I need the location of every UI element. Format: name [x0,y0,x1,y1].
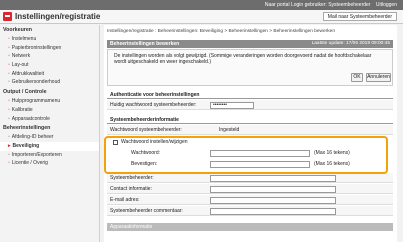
current-password-field[interactable]: •••••••• [210,101,254,109]
mail-admin-button[interactable]: Mail naar Systeembeheerder [322,12,397,21]
portal-link[interactable]: Naar portal [265,2,290,8]
bullet-icon: ▫ [8,53,10,60]
arrow-right-icon: ▸ [8,142,11,149]
bullet-icon: ▫ [8,44,10,51]
bullet-icon: ▫ [8,98,10,105]
sidebar-item-licentie[interactable]: ▫ Licentie / Overig [0,159,99,168]
top-bar: Naar portal Login gebruiker: Systeembehe… [0,0,403,10]
sidebar-item-importeren[interactable]: ▫ Importeren/Exporteren [0,151,99,160]
bullet-icon: ▫ [8,151,10,158]
sidebar-item-papierbron[interactable]: ▫ Papierbroninstellingen [0,44,99,53]
admin-name-row: Systeembeheerder: [107,173,393,183]
admin-name-label: Systeembeheerder: [110,175,154,181]
ok-button[interactable]: OK [351,73,363,82]
admin-password-status: Ingesteld [219,127,240,133]
bullet-icon: ▫ [8,79,10,86]
edit-heading: Beheerinstellingen bewerken [110,41,180,47]
admin-name-field[interactable] [210,174,336,182]
last-update: Laatste update: 17/06 2019 09:00:45 [311,41,390,46]
email-row: E-mail adres: [107,195,393,205]
sidebar-section-beheer: Beheerinstellingen [3,125,51,132]
sidebar-section-voorkeuren: Voorkeuren [3,27,33,33]
contact-label: Contact informatie: [110,186,152,192]
auth-section-header: Authenticatie voor beheerinstellingen [107,91,393,99]
sidebar: Voorkeuren ▫ Instelmenu ▫ Papierbroninstel… [0,25,100,242]
login-user: Login gebruiker: Systeembeheerder [290,2,371,8]
contact-field[interactable] [210,185,336,193]
bullet-icon: ▫ [8,106,10,113]
contact-row: Contact informatie: [107,184,393,194]
edit-section-header: Beheerinstellingen bewerken Laatste upda… [107,40,393,48]
email-label: E-mail adres: [110,197,140,203]
comment-field[interactable] [210,207,336,215]
bullet-icon: ▫ [8,160,10,167]
sidebar-item-afdeling-id[interactable]: ▫ Afdeling-ID beheer [0,133,99,142]
comment-row: Systeembeheerder commentaar: [107,206,393,216]
email-field[interactable] [210,196,336,204]
current-password-label: Huidig wachtwoord systeembeheerder: [110,102,197,108]
bullet-icon: ▫ [8,115,10,122]
sidebar-item-netwerk[interactable]: ▫ Netwerk [0,52,99,61]
sidebar-item-layout[interactable]: ▫ Lay-out [0,61,99,70]
admin-password-status-row: Wachtwoord systeembeheerder: Ingesteld [107,125,393,135]
current-password-row: Huidig wachtwoord systeembeheerder: ••••… [107,100,393,110]
sysinfo-section-header: Systeembeheerderinformatie [107,116,393,124]
sidebar-item-gebruikersonderhoud[interactable]: ▫ Gebruikersonderhoud [0,78,99,87]
sidebar-section-output: Output / Controle [3,89,47,96]
sidebar-item-instelmenu[interactable]: ▫ Instelmenu [0,35,99,44]
message-box: De instellingen worden als volgt gewijzi… [107,49,393,86]
admin-password-label: Wachtwoord systeembeheerder: [110,127,182,133]
settings-logo-icon [3,12,12,21]
app-title: Instellingen/registratie [15,12,101,21]
change-message: De instellingen worden als volgt gewijzi… [114,53,372,65]
breadcrumb: Instellingen/registratie : Beheerinstell… [107,29,335,34]
bullet-icon: ▫ [8,70,10,77]
sidebar-item-apparaatcontrole[interactable]: ▫ Apparaatcontrole [0,115,99,124]
sidebar-item-beveiliging[interactable]: ▸ Beveiliging [0,141,99,151]
logout-link[interactable]: Uitloggen [376,2,397,8]
bullet-icon: ▫ [8,134,10,141]
sidebar-item-kalibratie[interactable]: ▫ Kalibratie [0,106,99,115]
comment-label: Systeembeheerder commentaar: [110,208,183,214]
highlight-frame [104,136,388,174]
cancel-button[interactable]: Annuleren [366,73,391,82]
title-bar: Instellingen/registratie Mail naar Syste… [0,10,403,24]
bullet-icon: ▫ [8,36,10,42]
device-info-header: Apparaatinformatie [107,223,393,231]
sidebar-item-afdrukkwaliteit[interactable]: ▫ Afdrukkwaliteit [0,70,99,79]
main-content: Instellingen/registratie : Beheerinstell… [104,25,397,242]
sidebar-item-hulpprogramma[interactable]: ▫ Hulpprogrammamenu [0,97,99,106]
bullet-icon: ▫ [8,62,10,69]
